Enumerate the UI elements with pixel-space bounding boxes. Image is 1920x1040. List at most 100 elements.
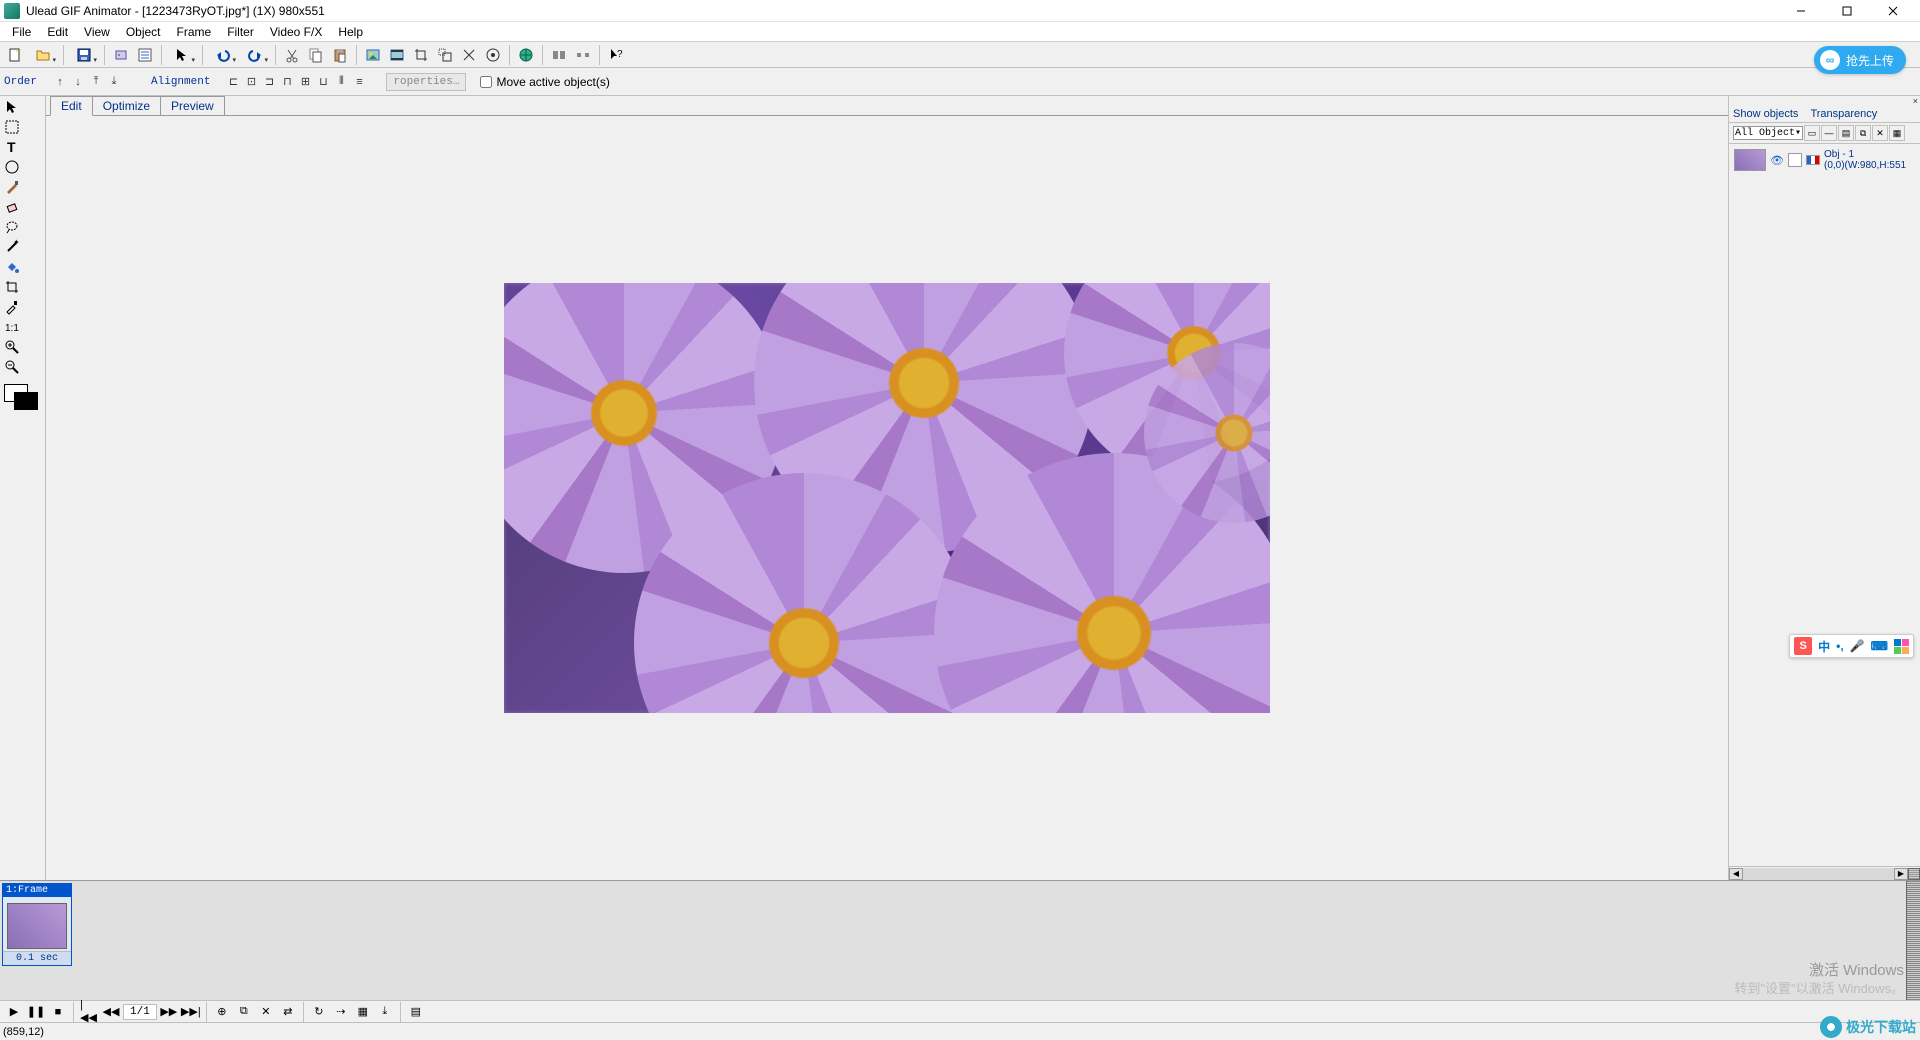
preview-browser-button[interactable] <box>515 44 537 66</box>
ime-toolbar[interactable]: S 中 •, 🎤 ⌨ <box>1789 634 1914 658</box>
cut-button[interactable] <box>281 44 303 66</box>
move-active-checkbox[interactable] <box>480 76 492 88</box>
crop-button[interactable] <box>410 44 432 66</box>
align-center-h-button[interactable]: ⊡ <box>242 72 260 92</box>
undo-button[interactable] <box>208 44 238 66</box>
timeline-resize-grip[interactable] <box>1906 881 1920 1000</box>
duplicate-object-button[interactable]: ⧉ <box>1855 125 1871 141</box>
prev-frame-button[interactable]: ◀◀ <box>101 1003 121 1021</box>
hide-button[interactable]: — <box>1821 125 1837 141</box>
marquee-tool[interactable] <box>2 118 22 136</box>
panel-close-button[interactable]: × <box>1729 96 1920 106</box>
wizard-button[interactable] <box>110 44 132 66</box>
align-top-button[interactable]: ⊓ <box>278 72 296 92</box>
ime-keyboard-button[interactable]: ⌨ <box>1871 639 1888 653</box>
add-image-button[interactable] <box>362 44 384 66</box>
export-button[interactable]: ⤓ <box>375 1003 395 1021</box>
object-menu-button[interactable]: ▦ <box>1889 125 1905 141</box>
brush-tool[interactable] <box>2 178 22 196</box>
stop-button[interactable]: ■ <box>48 1003 68 1021</box>
ime-apps-icon[interactable] <box>1894 639 1909 654</box>
menu-frame[interactable]: Frame <box>169 23 220 41</box>
open-button[interactable] <box>28 44 58 66</box>
pause-button[interactable]: ❚❚ <box>26 1003 46 1021</box>
reverse-frames-button[interactable]: ⇄ <box>278 1003 298 1021</box>
delete-frame-button[interactable]: ✕ <box>256 1003 276 1021</box>
align-left-button[interactable]: ⊏ <box>224 72 242 92</box>
shape-tool[interactable] <box>2 158 22 176</box>
ime-punct-button[interactable]: •, <box>1836 639 1844 653</box>
frame-settings-button[interactable]: ▤ <box>406 1003 426 1021</box>
last-frame-button[interactable]: ▶▶| <box>181 1003 201 1021</box>
color-swatches[interactable] <box>4 384 43 410</box>
copy-button[interactable] <box>305 44 327 66</box>
menu-object[interactable]: Object <box>118 23 169 41</box>
bring-top-button[interactable]: ⤒ <box>87 72 105 92</box>
tab-optimize[interactable]: Optimize <box>92 96 161 115</box>
play-button[interactable]: ▶ <box>4 1003 24 1021</box>
lasso-tool[interactable] <box>2 218 22 236</box>
align-bottom-button[interactable]: ⊔ <box>314 72 332 92</box>
align-center-v-button[interactable]: ⊞ <box>296 72 314 92</box>
selection-tool-button[interactable] <box>167 44 197 66</box>
properties-panel-button[interactable]: roperties… <box>386 73 466 91</box>
send-back-button[interactable]: ↓ <box>69 72 87 92</box>
scroll-track[interactable] <box>1743 868 1894 880</box>
maximize-button[interactable] <box>1824 0 1870 22</box>
menu-help[interactable]: Help <box>330 23 371 41</box>
resize-button[interactable] <box>434 44 456 66</box>
zoom-in-tool[interactable] <box>2 338 22 356</box>
new-button[interactable] <box>4 44 26 66</box>
tab-edit[interactable]: Edit <box>50 96 93 116</box>
send-bottom-button[interactable]: ⤓ <box>105 72 123 92</box>
paste-button[interactable] <box>329 44 351 66</box>
next-frame-button[interactable]: ▶▶ <box>159 1003 179 1021</box>
object-lock-box[interactable] <box>1788 153 1802 167</box>
ime-language-button[interactable]: 中 <box>1818 638 1830 655</box>
pointer-tool[interactable] <box>2 98 22 116</box>
frame-1-duration[interactable]: 0.1 sec <box>3 951 71 965</box>
menu-filter[interactable]: Filter <box>219 23 262 41</box>
duplicate-frame-button[interactable]: ⧉ <box>234 1003 254 1021</box>
upload-badge[interactable]: ∞ 抢先上传 <box>1814 46 1906 74</box>
show-all-button[interactable]: ▭ <box>1804 125 1820 141</box>
distribute-h-button[interactable]: ⫴ <box>332 72 350 92</box>
bring-front-button[interactable]: ↑ <box>51 72 69 92</box>
distribute-v-button[interactable]: ≡ <box>350 72 368 92</box>
properties-button[interactable] <box>482 44 504 66</box>
object-panel-scrollbar[interactable]: ◀ ▶ <box>1729 866 1920 880</box>
canvas-area[interactable] <box>46 116 1728 880</box>
tween-button[interactable]: ⇢ <box>331 1003 351 1021</box>
zoom-out-tool[interactable] <box>2 358 22 376</box>
ime-voice-button[interactable]: 🎤 <box>1850 639 1865 653</box>
menu-view[interactable]: View <box>76 23 118 41</box>
fill-tool[interactable] <box>2 258 22 276</box>
tab-preview[interactable]: Preview <box>160 96 225 115</box>
frame-properties-button[interactable]: ▦ <box>353 1003 373 1021</box>
loop-button[interactable]: ↻ <box>309 1003 329 1021</box>
visibility-icon[interactable]: 👁 <box>1770 153 1784 167</box>
object-row[interactable]: 👁 Obj - 1 (0,0)(W:980,H:551 <box>1731 146 1918 174</box>
canvas-image[interactable] <box>504 283 1270 713</box>
menu-videofx[interactable]: Video F/X <box>262 23 330 41</box>
distribute-objects-button[interactable] <box>572 44 594 66</box>
eraser-tool[interactable] <box>2 198 22 216</box>
eyedropper-tool[interactable] <box>2 298 22 316</box>
actual-size-button[interactable]: 1:1 <box>2 318 22 336</box>
redo-button[interactable] <box>240 44 270 66</box>
delete-object-button[interactable]: ✕ <box>1872 125 1888 141</box>
crop-tool[interactable] <box>2 278 22 296</box>
menu-file[interactable]: File <box>4 23 39 41</box>
resize-grip[interactable] <box>1908 868 1920 880</box>
add-video-button[interactable] <box>386 44 408 66</box>
delete-button[interactable] <box>458 44 480 66</box>
preferences-button[interactable] <box>134 44 156 66</box>
add-frame-button[interactable]: ⊕ <box>212 1003 232 1021</box>
close-button[interactable] <box>1870 0 1916 22</box>
scroll-left-button[interactable]: ◀ <box>1729 868 1743 880</box>
scroll-right-button[interactable]: ▶ <box>1894 868 1908 880</box>
first-frame-button[interactable]: |◀◀ <box>79 1003 99 1021</box>
new-object-button[interactable]: ▤ <box>1838 125 1854 141</box>
menu-edit[interactable]: Edit <box>39 23 76 41</box>
frame-1[interactable]: 1:Frame 0.1 sec <box>2 883 72 966</box>
